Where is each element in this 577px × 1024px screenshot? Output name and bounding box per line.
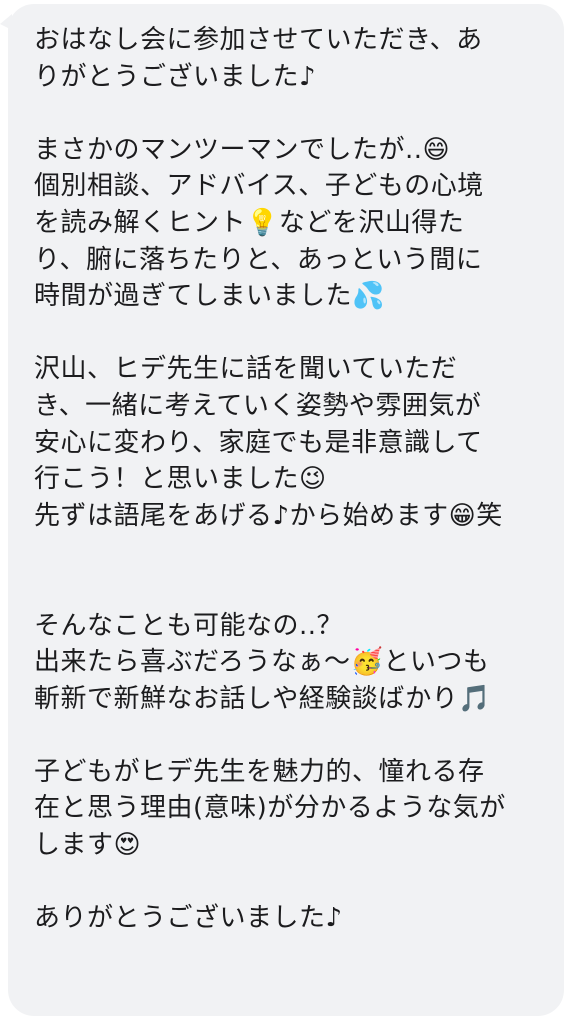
message-bubble[interactable]: おはなし会に参加させていただき、あ りがとうございました♪ まさかのマンツーマン… [8,4,564,1016]
chat-area: おはなし会に参加させていただき、あ りがとうございました♪ まさかのマンツーマン… [0,0,577,1024]
message-text: おはなし会に参加させていただき、あ りがとうございました♪ まさかのマンツーマン… [34,25,506,934]
